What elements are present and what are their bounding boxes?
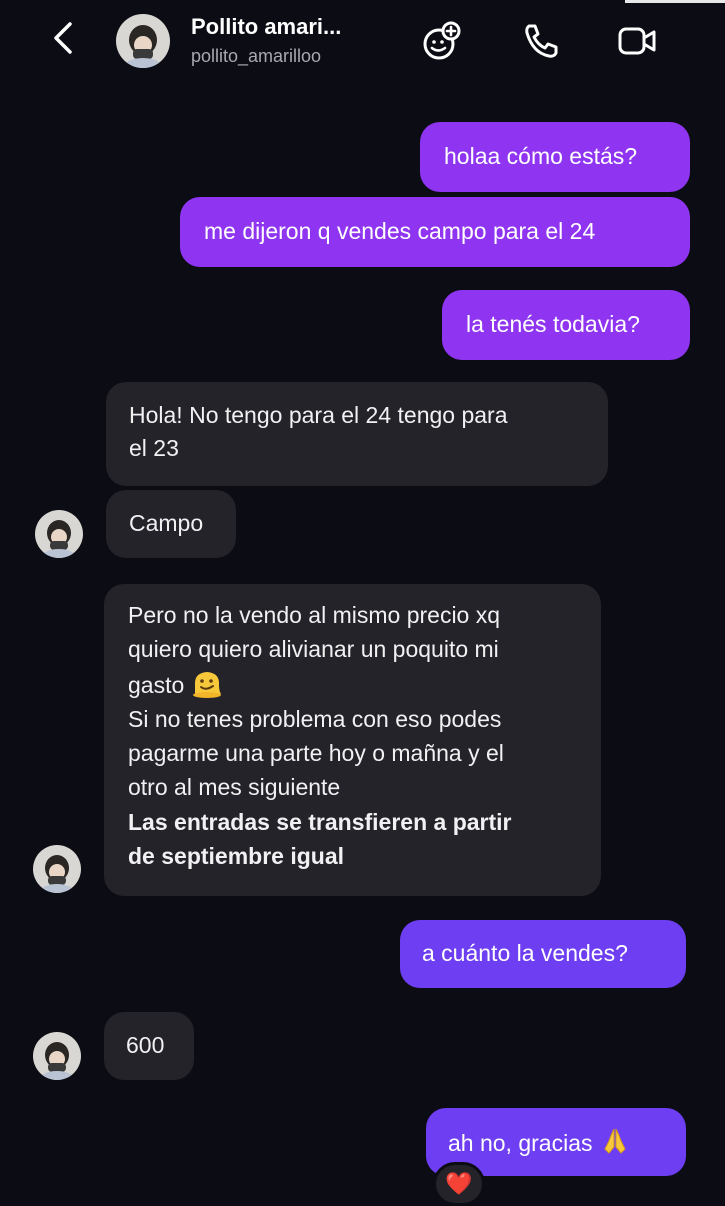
received-message[interactable]: Pero no la vendo al mismo precio xq quie… [104, 584, 601, 896]
sent-message[interactable]: la tenés todavia? [442, 290, 690, 360]
header-avatar[interactable] [116, 14, 170, 68]
effects-icon[interactable] [420, 20, 462, 62]
message-line: Hola! No tengo para el 24 tengo para [129, 402, 508, 428]
folded-hands-emoji [604, 1128, 626, 1154]
message-text: gasto [128, 671, 185, 698]
contact-avatar[interactable] [33, 845, 81, 893]
contact-avatar[interactable] [35, 510, 83, 558]
message-line: pagarme una parte hoy o mañna y el [128, 740, 504, 767]
message-line: Si no tenes problema con eso podes [128, 705, 502, 732]
sent-message[interactable]: me dijeron q vendes campo para el 24 [180, 197, 690, 267]
message-text: a cuánto la vendes? [422, 940, 628, 966]
message-line: el 23 [129, 435, 179, 461]
received-message[interactable]: Hola! No tengo para el 24 tengo para el … [106, 382, 608, 486]
video-call-icon[interactable] [616, 20, 658, 62]
message-text: la tenés todavia? [466, 311, 640, 337]
contact-avatar[interactable] [33, 1032, 81, 1080]
received-message[interactable]: Campo [106, 490, 236, 558]
message-text: ah no, gracias [448, 1130, 593, 1156]
contact-name[interactable]: Pollito amari... [191, 14, 341, 40]
melting-face-emoji [192, 671, 221, 698]
sent-message[interactable]: holaa cómo estás? [420, 122, 690, 192]
chat-header: Pollito amari... pollito_amarilloo [0, 0, 725, 82]
heart-reaction[interactable]: ❤️ [433, 1162, 485, 1206]
back-icon[interactable] [44, 18, 84, 58]
message-text: me dijeron q vendes campo para el 24 [204, 218, 596, 244]
message-line: Las entradas se transfieren a partir [128, 808, 512, 835]
received-message[interactable]: 600 [104, 1012, 194, 1080]
message-line: de septiembre igual [128, 843, 345, 870]
message-text: Campo [129, 510, 204, 536]
message-line: Pero no la vendo al mismo precio xq [128, 602, 501, 628]
message-text: 600 [126, 1032, 165, 1058]
message-line: otro al mes siguiente [128, 774, 341, 801]
sent-message[interactable]: a cuánto la vendes? [400, 920, 686, 988]
message-line: gasto [128, 667, 601, 702]
phone-icon[interactable] [520, 20, 562, 62]
status-indicator [625, 0, 725, 3]
message-line: quiero quiero alivianar un poquito mi [128, 636, 499, 663]
contact-username[interactable]: pollito_amarilloo [191, 46, 321, 67]
heart-icon: ❤️ [445, 1171, 473, 1196]
message-text: holaa cómo estás? [444, 143, 638, 169]
